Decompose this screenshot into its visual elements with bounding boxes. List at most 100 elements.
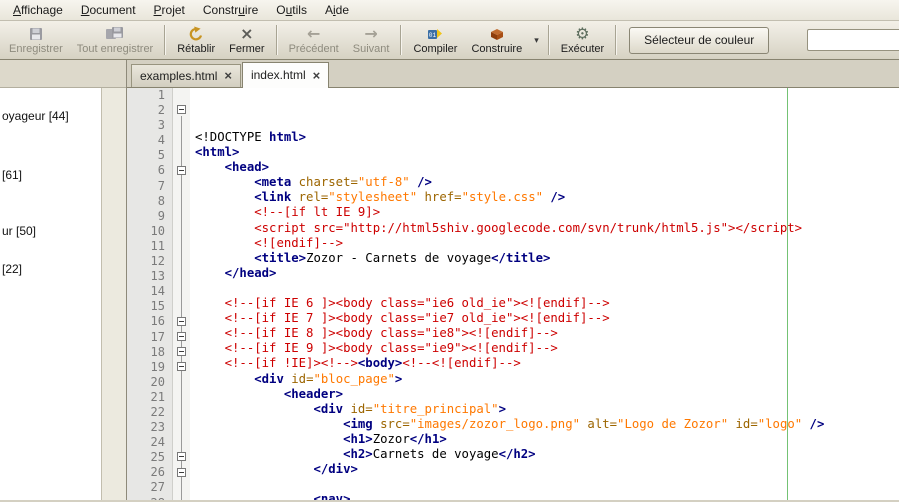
line-number: 10 bbox=[150, 223, 165, 238]
execute-label: Exécuter bbox=[560, 43, 605, 55]
fold-collapse-icon[interactable] bbox=[177, 361, 186, 371]
fold-collapse-icon[interactable] bbox=[177, 165, 186, 175]
fold-collapse-icon[interactable] bbox=[177, 346, 186, 356]
execute-button[interactable]: ⚙ Exécuter bbox=[554, 22, 611, 59]
menu-bar: Affichage Document Projet Construire Outils A… bbox=[0, 0, 899, 21]
svg-text:01: 01 bbox=[429, 32, 437, 39]
close-label: Fermer bbox=[229, 43, 265, 55]
line-number: 16 bbox=[150, 314, 165, 329]
back-arrow-icon: ← bbox=[306, 23, 321, 43]
revert-button[interactable]: Rétablir bbox=[170, 22, 222, 59]
code-line: <h1>Zozor</h1> bbox=[343, 431, 447, 446]
code-line: <!DOCTYPE html> bbox=[195, 130, 307, 144]
tab-examples.html[interactable]: examples.html × bbox=[131, 64, 241, 87]
code-line: <header> bbox=[283, 386, 344, 401]
code-line: <nav> bbox=[313, 492, 351, 500]
code-line: <!--[if !IE]><!--><body><!--<![endif]--> bbox=[224, 356, 521, 371]
code-lines: <!DOCTYPE html> <html> <head> <meta chars… bbox=[195, 130, 899, 500]
sidebar-scrollbar[interactable] bbox=[101, 88, 126, 500]
save-all-icon bbox=[105, 25, 125, 42]
sidebar-header bbox=[0, 60, 126, 88]
code-line: <!--[if IE 7 ]><body class="ie7 old_ie">… bbox=[224, 311, 610, 326]
line-number: 11 bbox=[150, 238, 165, 253]
code-line: <img src="images/zozor_logo.png" alt="Lo… bbox=[343, 416, 825, 431]
line-number: 7 bbox=[157, 178, 165, 193]
line-number: 1 bbox=[157, 88, 165, 102]
compile-icon: 01 bbox=[427, 25, 443, 42]
menu-document[interactable]: Document bbox=[72, 0, 145, 20]
line-number: 24 bbox=[150, 435, 165, 450]
line-number-gutter[interactable]: 1 2 3 4 5 6 7 8 9 10 11 12 13 14 15 16 17 18 19 20 21 22 23 24 2… bbox=[127, 88, 173, 500]
line-number: 14 bbox=[150, 284, 165, 299]
symbols-sidebar: oyageur [44] [61] ur [50] [22] bbox=[0, 60, 127, 500]
build-dropdown-arrow-icon[interactable]: ▾ bbox=[529, 35, 544, 46]
code-line: <div id="bloc_page"> bbox=[254, 371, 403, 386]
line-number: 2 bbox=[157, 103, 165, 118]
symbols-list[interactable]: oyageur [44] [61] ur [50] [22] bbox=[0, 88, 126, 500]
menu-aide[interactable]: Aide bbox=[316, 0, 358, 20]
code-line: <html> bbox=[195, 145, 240, 160]
line-number: 28 bbox=[127, 496, 165, 500]
forward-label: Suivant bbox=[352, 43, 390, 55]
code-line: <h2>Carnets de voyage</h2> bbox=[343, 446, 536, 461]
menu-projet[interactable]: Projet bbox=[145, 0, 194, 20]
menu-affichage[interactable]: Affichage bbox=[4, 0, 72, 20]
tab-close-icon[interactable]: × bbox=[313, 69, 321, 82]
symbol-item[interactable]: [22] bbox=[2, 262, 22, 276]
line-number: 5 bbox=[157, 148, 165, 163]
tab-label: examples.html bbox=[140, 68, 218, 83]
workspace: oyageur [44] [61] ur [50] [22] examples.htm… bbox=[0, 60, 899, 500]
code-line: <!--[if IE 8 ]><body class="ie8"><![endi… bbox=[224, 326, 558, 341]
symbol-item[interactable]: ur [50] bbox=[2, 224, 36, 238]
tab-close-icon[interactable]: × bbox=[224, 69, 232, 82]
save-label: Enregistrer bbox=[9, 43, 63, 55]
toolbar-separator bbox=[615, 25, 618, 55]
code-line: <script src="http://html5shiv.googlecode… bbox=[254, 220, 803, 235]
toolbar-text-entry[interactable] bbox=[807, 29, 899, 51]
fold-collapse-icon[interactable] bbox=[177, 467, 186, 477]
back-button: ← Précédent bbox=[282, 22, 346, 59]
close-icon: × bbox=[240, 23, 254, 43]
fold-collapse-icon[interactable] bbox=[177, 105, 186, 115]
color-chooser-button[interactable]: Sélecteur de couleur bbox=[629, 26, 770, 54]
symbol-item[interactable]: oyageur [44] bbox=[2, 109, 69, 123]
line-number: 21 bbox=[150, 389, 165, 404]
forward-button: → Suivant bbox=[346, 22, 397, 59]
line-number: 26 bbox=[150, 465, 165, 480]
fold-collapse-icon[interactable] bbox=[177, 331, 186, 341]
line-number: 3 bbox=[157, 118, 165, 133]
close-button[interactable]: × Fermer bbox=[222, 22, 271, 59]
line-number: 20 bbox=[150, 374, 165, 389]
code-editor: 1 2 3 4 5 6 7 8 9 10 11 12 13 14 15 16 17 18 19 20 21 22 23 24 2… bbox=[127, 88, 899, 500]
line-number: 19 bbox=[150, 359, 165, 374]
fold-collapse-icon[interactable] bbox=[177, 316, 186, 326]
menu-outils[interactable]: Outils bbox=[267, 0, 316, 20]
code-line: <link rel="stylesheet" href="style.css" … bbox=[254, 190, 566, 205]
code-line: <!--[if IE 6 ]><body class="ie6 old_ie">… bbox=[224, 296, 610, 311]
execute-icon: ⚙ bbox=[575, 23, 590, 43]
build-button[interactable]: Construire bbox=[464, 22, 529, 59]
tab-label: index.html bbox=[250, 68, 306, 82]
long-line-marker bbox=[787, 88, 789, 500]
line-number: 12 bbox=[150, 254, 165, 269]
save-icon bbox=[28, 25, 44, 42]
line-number: 23 bbox=[150, 420, 165, 435]
fold-collapse-icon[interactable] bbox=[177, 452, 186, 462]
line-number: 25 bbox=[150, 450, 165, 465]
code-line: <![endif]--> bbox=[254, 235, 344, 250]
line-number: 6 bbox=[157, 163, 165, 178]
line-number: 13 bbox=[150, 269, 165, 284]
revert-icon bbox=[188, 25, 204, 42]
fold-margin bbox=[173, 88, 190, 500]
code-area[interactable]: <!DOCTYPE html> <html> <head> <meta chars… bbox=[190, 88, 899, 500]
compile-label: Compiler bbox=[413, 43, 458, 55]
code-line: <div id="titre_principal"> bbox=[313, 401, 506, 416]
line-number: 9 bbox=[157, 208, 165, 223]
compile-button[interactable]: 01 Compiler bbox=[406, 22, 464, 59]
build-label: Construire bbox=[471, 43, 523, 55]
line-number: 4 bbox=[157, 133, 165, 148]
menu-construire[interactable]: Construire bbox=[194, 0, 267, 20]
symbol-item[interactable]: [61] bbox=[2, 168, 22, 182]
tab-index.html[interactable]: index.html × bbox=[241, 62, 330, 88]
